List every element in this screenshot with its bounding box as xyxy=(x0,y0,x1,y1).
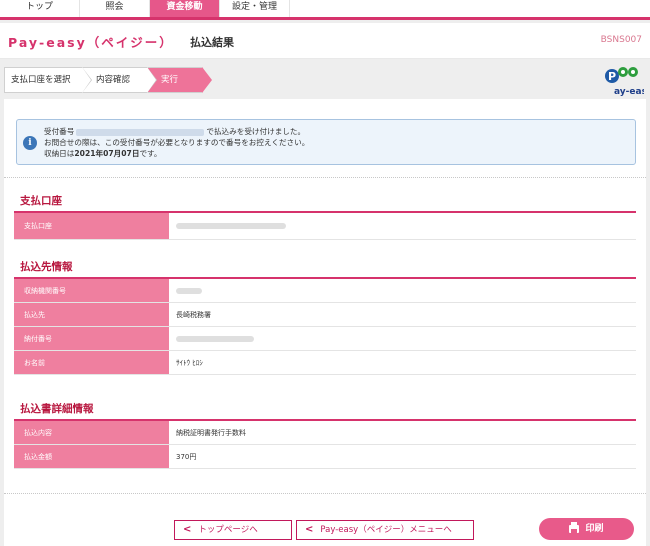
print-button[interactable]: 印刷 xyxy=(539,518,634,540)
notice-text: 受付番号 で払込みを受け付けました。 お問合せの際は、この受付番号が必要となります… xyxy=(44,127,310,158)
redacted-value xyxy=(176,223,286,229)
tab-inquiry[interactable]: 照会 xyxy=(80,0,150,17)
logo-text: ay-easy xyxy=(614,87,644,97)
chevron-left-icon: < xyxy=(183,524,192,535)
row-label: 払込内容 xyxy=(14,421,169,444)
content-panel: i 受付番号 で払込みを受け付けました。 お問合せの際は、この受付番号が必要となり… xyxy=(4,99,646,546)
table-row: 収納機関番号 xyxy=(14,279,636,303)
logo-letter: P xyxy=(608,70,616,83)
step-select-account: 支払口座を選択 xyxy=(4,67,92,93)
screen-code: BSNS007 xyxy=(600,35,642,45)
page-title: 払込結果 xyxy=(190,36,234,49)
top-page-button[interactable]: < トップページへ xyxy=(174,520,292,540)
table-row: 払込金額 370円 xyxy=(14,445,636,469)
top-navigation: トップ 照会 資金移動 設定・管理 xyxy=(0,0,650,20)
printer-icon xyxy=(569,521,580,533)
divider xyxy=(4,493,646,494)
redacted-receipt-number xyxy=(76,128,205,136)
tab-fund-transfer[interactable]: 資金移動 xyxy=(150,0,220,17)
row-label: お名前 xyxy=(14,351,169,374)
chevron-left-icon: < xyxy=(305,524,314,535)
table-row: お名前 ｻｲﾄｳ ﾋﾛｼ xyxy=(14,351,636,375)
row-label: 払込金額 xyxy=(14,445,169,468)
payee-table: 収納機関番号 払込先 長崎税務署 納付番号 お名前 ｻｲﾄｳ ﾋﾛｼ xyxy=(14,279,636,375)
title-bar: Pay-easy（ペイジー） 払込結果 BSNS007 xyxy=(0,23,650,59)
section-title-payee: 払込先情報 xyxy=(20,261,73,273)
row-value: ｻｲﾄｳ ﾋﾛｼ xyxy=(176,359,203,367)
section-title-details: 払込書詳細情報 xyxy=(20,403,94,415)
pay-easy-logo: P ay-easy xyxy=(605,67,644,97)
row-label: 支払口座 xyxy=(14,213,169,239)
brand-title: Pay-easy（ペイジー） xyxy=(8,35,174,50)
row-label: 納付番号 xyxy=(14,327,169,350)
info-icon: i xyxy=(23,136,37,150)
pay-easy-menu-button[interactable]: < Pay-easy（ペイジー）メニューへ xyxy=(296,520,474,540)
row-value: 370円 xyxy=(176,453,197,461)
tab-top[interactable]: トップ xyxy=(0,0,80,17)
table-row: 払込先 長崎税務署 xyxy=(14,303,636,327)
divider xyxy=(4,177,646,178)
row-label: 払込先 xyxy=(14,303,169,326)
tab-settings[interactable]: 設定・管理 xyxy=(220,0,290,17)
row-value: 納税証明書発行手数料 xyxy=(176,429,246,437)
row-value: 長崎税務署 xyxy=(176,311,211,319)
details-table: 払込内容 納税証明書発行手数料 払込金額 370円 xyxy=(14,421,636,469)
redacted-value xyxy=(176,288,202,294)
table-row: 納付番号 xyxy=(14,327,636,351)
account-table: 支払口座 xyxy=(14,213,636,240)
table-row: 支払口座 xyxy=(14,213,636,240)
payment-date: 2021年07月07日 xyxy=(74,149,140,158)
section-title-account: 支払口座 xyxy=(20,195,62,207)
table-row: 払込内容 納税証明書発行手数料 xyxy=(14,421,636,445)
step-indicator: 支払口座を選択 内容確認 実行 xyxy=(4,67,212,93)
notice-box: i 受付番号 で払込みを受け付けました。 お問合せの際は、この受付番号が必要となり… xyxy=(16,119,636,165)
redacted-value xyxy=(176,336,254,342)
row-label: 収納機関番号 xyxy=(14,279,169,302)
